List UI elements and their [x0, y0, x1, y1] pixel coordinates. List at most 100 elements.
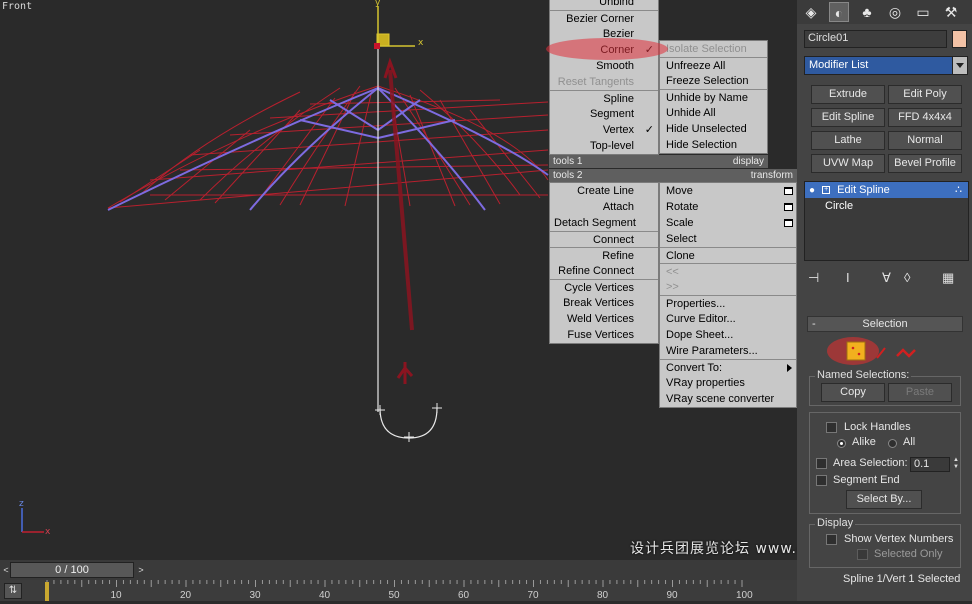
- settings-box-icon[interactable]: [784, 203, 793, 211]
- selected-only-label: Selected Only: [874, 548, 943, 560]
- chevron-down-icon[interactable]: [952, 57, 967, 74]
- all-radio[interactable]: [888, 439, 897, 448]
- menu-item[interactable]: Scale: [660, 215, 796, 231]
- hierarchy-tab-icon[interactable]: ♣: [857, 2, 877, 22]
- menu-item[interactable]: Refine: [550, 247, 658, 263]
- bevel-profile-button[interactable]: Bevel Profile: [888, 154, 962, 173]
- show-end-result-icon[interactable]: Ι: [846, 270, 850, 285]
- menu-item[interactable]: Spline: [550, 90, 658, 106]
- menu-item[interactable]: Select: [660, 231, 796, 247]
- menu-item[interactable]: Wire Parameters...: [660, 343, 796, 359]
- named-selections-label: Named Selections:: [815, 369, 912, 381]
- menu-item[interactable]: Connect: [550, 231, 658, 247]
- object-name-field[interactable]: Circle01: [804, 30, 947, 48]
- menu-item-label: VRay scene converter: [666, 393, 775, 405]
- lightbulb-icon[interactable]: ●: [809, 185, 815, 196]
- menu-item-label: <<: [666, 266, 679, 278]
- normal-button[interactable]: Normal: [888, 131, 962, 150]
- menu-item[interactable]: Segment: [550, 106, 658, 122]
- modify-tab-icon[interactable]: ◐: [829, 2, 849, 22]
- collapse-icon: -: [812, 318, 816, 330]
- menu-item[interactable]: Unhide by Name: [660, 89, 767, 105]
- edit-poly-button[interactable]: Edit Poly: [888, 85, 962, 104]
- viewport-label[interactable]: Front: [2, 1, 32, 12]
- menu-item[interactable]: Rotate: [660, 199, 796, 215]
- menu-item: <<: [660, 263, 796, 279]
- menu-item[interactable]: Top-level: [550, 138, 658, 154]
- expand-icon[interactable]: +: [822, 186, 831, 195]
- paste-button[interactable]: Paste: [888, 383, 952, 402]
- menu-item[interactable]: Detach Segment: [550, 215, 658, 231]
- selected-only-checkbox[interactable]: [857, 549, 868, 560]
- object-color-swatch[interactable]: [952, 30, 967, 48]
- menu-item[interactable]: Freeze Selection: [660, 73, 767, 89]
- menu-item[interactable]: Hide Unselected: [660, 121, 767, 137]
- menu-item[interactable]: Dope Sheet...: [660, 327, 796, 343]
- stack-item-circle[interactable]: Circle: [805, 198, 968, 214]
- menu-item[interactable]: Unhide All: [660, 105, 767, 121]
- modifier-list-dropdown[interactable]: Modifier List: [804, 56, 968, 75]
- area-selection-spinner[interactable]: 0.1: [910, 457, 950, 472]
- menu-item[interactable]: Cycle Vertices: [550, 279, 658, 295]
- menu-item[interactable]: Attach: [550, 199, 658, 215]
- copy-button[interactable]: Copy: [821, 383, 885, 402]
- menu-item-label: Attach: [602, 201, 634, 213]
- settings-box-icon[interactable]: [784, 219, 793, 227]
- menu-item[interactable]: Unbind: [550, 0, 658, 10]
- show-vertex-numbers-checkbox[interactable]: [826, 534, 837, 545]
- ruler-tick-label: 100: [736, 590, 753, 601]
- motion-tab-icon[interactable]: ◎: [885, 2, 905, 22]
- menu-item[interactable]: Bezier Corner: [550, 10, 658, 26]
- mini-curve-editor-icon[interactable]: ⇅: [4, 583, 22, 599]
- lathe-button[interactable]: Lathe: [811, 131, 885, 150]
- area-selection-checkbox[interactable]: [816, 458, 827, 469]
- menu-item[interactable]: VRay properties: [660, 375, 796, 391]
- configure-sets-icon[interactable]: ▦: [942, 270, 954, 286]
- menu-item-label: Refine Connect: [558, 265, 634, 277]
- ffd-button[interactable]: FFD 4x4x4: [888, 108, 962, 127]
- uvw-map-button[interactable]: UVW Map: [811, 154, 885, 173]
- stack-item-edit-spline[interactable]: ● + Edit Spline ∴: [805, 182, 968, 198]
- menu-item[interactable]: Properties...: [660, 295, 796, 311]
- menu-item-label: Unhide All: [666, 107, 716, 119]
- extrude-button[interactable]: Extrude: [811, 85, 885, 104]
- menu-item[interactable]: Hide Selection: [660, 137, 767, 153]
- menu-item[interactable]: Curve Editor...: [660, 311, 796, 327]
- next-frame-icon[interactable]: >: [135, 562, 147, 578]
- menu-item[interactable]: Vertex ✓: [550, 122, 658, 138]
- menu-item: Isolate Selection: [660, 41, 767, 57]
- pin-stack-icon[interactable]: ⊣: [808, 270, 819, 286]
- menu-item-label: Scale: [666, 217, 694, 229]
- menu-item[interactable]: Clone: [660, 247, 796, 263]
- spinner-arrows-icon[interactable]: ▲ ▼: [952, 457, 960, 472]
- menu-item[interactable]: VRay scene converter: [660, 391, 796, 407]
- ruler-tick-label: 90: [666, 590, 678, 601]
- stack-toolbar: ⊣ Ι ∀ ◊ ▦: [804, 268, 969, 290]
- lock-handles-checkbox[interactable]: [826, 422, 837, 433]
- svg-text:x: x: [418, 38, 424, 48]
- menu-item[interactable]: Fuse Vertices: [550, 327, 658, 343]
- menu-item-label: Break Vertices: [563, 297, 634, 309]
- stack-item-label: Circle: [825, 200, 854, 212]
- menu-item[interactable]: Unfreeze All: [660, 57, 767, 73]
- display-tab-icon[interactable]: ▭: [913, 2, 933, 22]
- menu-item[interactable]: Weld Vertices: [550, 311, 658, 327]
- menu-item[interactable]: Refine Connect: [550, 263, 658, 279]
- make-unique-icon[interactable]: ∀: [882, 270, 891, 286]
- segment-end-checkbox[interactable]: [816, 475, 827, 486]
- menu-item[interactable]: Move: [660, 183, 796, 199]
- menu-item[interactable]: Break Vertices: [550, 295, 658, 311]
- selection-rollout-header[interactable]: - Selection: [807, 316, 963, 332]
- alike-radio[interactable]: [837, 439, 846, 448]
- menu-item[interactable]: Convert To:: [660, 359, 796, 375]
- remove-modifier-icon[interactable]: ◊: [904, 270, 910, 285]
- create-tab-icon[interactable]: ◈: [801, 2, 821, 22]
- utilities-tab-icon[interactable]: ⚒: [941, 2, 961, 22]
- time-slider[interactable]: 0 / 100: [10, 562, 134, 578]
- select-by-button[interactable]: Select By...: [846, 490, 922, 509]
- menu-item[interactable]: Create Line: [550, 183, 658, 199]
- edit-spline-button[interactable]: Edit Spline: [811, 108, 885, 127]
- settings-box-icon[interactable]: [784, 187, 793, 195]
- current-frame-marker[interactable]: [45, 582, 49, 601]
- menu-item-label: Cycle Vertices: [564, 282, 634, 294]
